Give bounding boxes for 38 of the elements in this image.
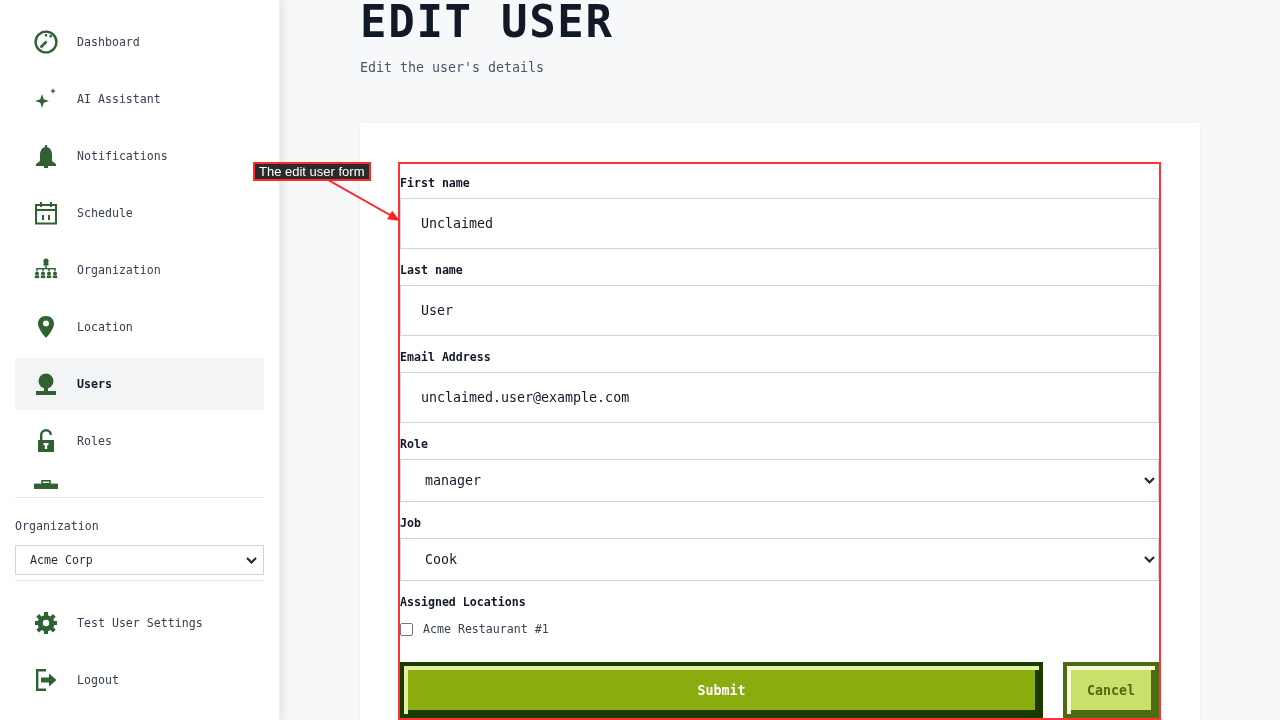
field-label: Job [400,515,421,531]
checkbox[interactable] [400,622,413,636]
gauge-icon [34,30,58,54]
field-label: Email Address [400,349,491,365]
field-label: Role [400,436,428,452]
chevron-down-icon [1144,556,1155,563]
page-subtitle: Edit the user's details [360,60,545,76]
sidebar-item[interactable]: Users [15,358,264,410]
gear-icon [34,611,58,635]
sidebar-item[interactable]: Schedule [15,187,264,239]
sidebar-item[interactable]: Location [15,301,264,353]
chevron-down-icon [246,556,257,564]
input-field[interactable]: Unclaimed [400,198,1159,249]
logout-icon [34,668,58,692]
cancel-button[interactable]: Cancel [1063,662,1159,718]
select-field[interactable]: manager [400,459,1159,502]
field-label: Last name [400,262,463,278]
bell-icon [34,144,58,168]
annotation-label: The edit user form [253,162,371,181]
calendar-icon [34,201,58,225]
select-field[interactable]: Cook [400,538,1159,581]
chevron-down-icon [1144,477,1155,484]
field-label: First name [400,175,470,191]
sidebar-item[interactable]: Dashboard [15,16,264,68]
organization-label: Organization [15,518,99,534]
checkbox-label: Acme Restaurant #1 [423,622,549,636]
input-field[interactable]: unclaimed.user@example.com [400,372,1159,423]
organization-select[interactable]: Acme Corp [15,545,264,575]
sidebar-item[interactable]: Roles [15,415,264,467]
input-field[interactable]: User [400,285,1159,336]
sidebar-item[interactable]: Organization [15,244,264,296]
sidebar-item[interactable]: AI Assistant [15,73,264,125]
sidebar-item[interactable]: Test User Settings [15,597,264,649]
sidebar-item[interactable]: Logout [15,654,264,706]
person-icon [34,372,58,396]
field-label: Assigned Locations [400,594,526,610]
briefcase-icon [34,480,58,489]
page-title: EDIT USER [360,0,614,44]
